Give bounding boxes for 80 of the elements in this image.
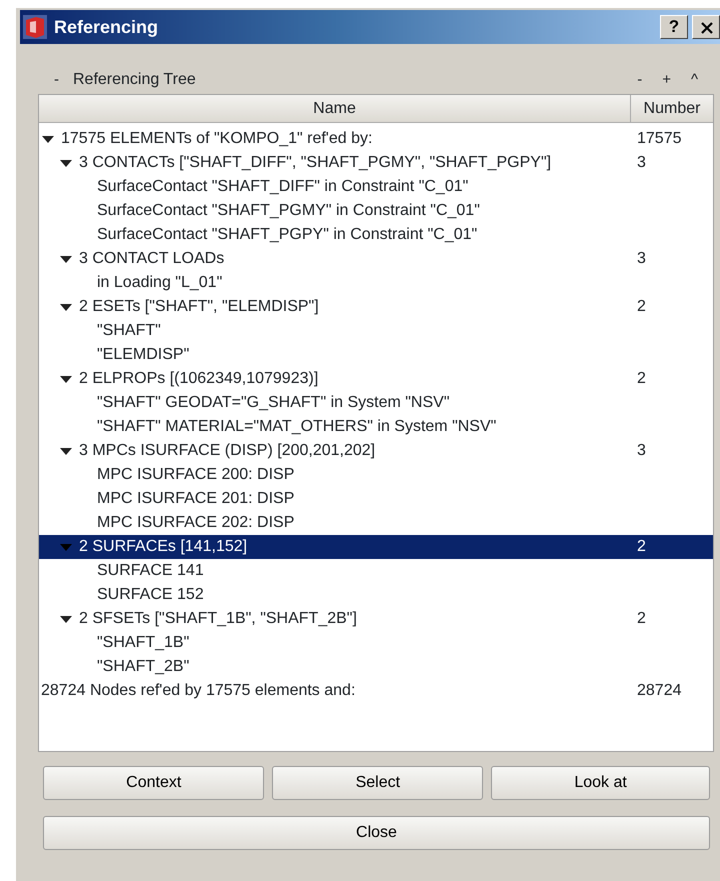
tree-label: "ELEMDISP" — [97, 345, 190, 365]
tree-count: 3 — [637, 442, 646, 459]
tree-row[interactable]: "ELEMDISP" — [39, 343, 713, 367]
tree-control[interactable]: - — [631, 68, 648, 92]
app-icon — [22, 14, 48, 40]
tree-row[interactable]: "SHAFT_1B" — [39, 631, 713, 655]
collapse-arrow-icon[interactable] — [59, 254, 73, 264]
collapse-arrow-icon[interactable] — [41, 134, 55, 144]
collapse-arrow-icon[interactable] — [59, 614, 73, 624]
tree-row[interactable]: SurfaceContact "SHAFT_PGPY" in Constraint "C_01" — [39, 223, 713, 247]
tree-row[interactable]: 28724 Nodes ref'ed by 17575 elements and: 28724 — [39, 679, 713, 703]
tree-label: 2 ESETs ["SHAFT", "ELEMDISP"] — [79, 297, 319, 317]
tree-label: 3 CONTACTs ["SHAFT_DIFF", "SHAFT_PGMY", "SHAFT_PGPY"] — [79, 153, 552, 173]
collapse-arrow-icon[interactable] — [59, 446, 73, 456]
tree-control[interactable]: ^ — [684, 68, 704, 92]
collapse-arrow-icon[interactable] — [59, 158, 73, 168]
tree-label: MPC ISURFACE 202: DISP — [97, 513, 294, 533]
tree-count: 2 — [637, 298, 646, 315]
tree-row[interactable]: MPC ISURFACE 201: DISP — [39, 487, 713, 511]
tree-label: SURFACE 152 — [97, 585, 204, 605]
tree-label: MPC ISURFACE 200: DISP — [97, 465, 294, 485]
tree-label: "SHAFT" — [97, 321, 161, 341]
tree-row[interactable]: MPC ISURFACE 200: DISP — [39, 463, 713, 487]
tree-label: 28724 Nodes ref'ed by 17575 elements and: — [41, 681, 356, 701]
tree-count: 2 — [637, 370, 646, 387]
tree-label: SurfaceContact "SHAFT_PGPY" in Constraint "C_01" — [97, 225, 478, 245]
tree-row[interactable]: "SHAFT" — [39, 319, 713, 343]
tree-count: 28724 — [637, 682, 682, 699]
tree-count: 3 — [637, 154, 646, 171]
tree-label: "SHAFT_1B" — [97, 633, 190, 653]
tree-row[interactable]: 17575 ELEMENTs of "KOMPO_1" ref'ed by: 17575 — [39, 127, 713, 151]
tree-label: 17575 ELEMENTs of "KOMPO_1" ref'ed by: — [61, 129, 372, 149]
tree-row[interactable]: SurfaceContact "SHAFT_DIFF" in Constraint "C_01" — [39, 175, 713, 199]
tree-row[interactable]: 2 ELPROPs [(1062349,1079923)] 2 — [39, 367, 713, 391]
column-header[interactable]: Number — [631, 95, 713, 122]
tree-row[interactable]: SURFACE 141 — [39, 559, 713, 583]
tree-label: "SHAFT" MATERIAL="MAT_OTHERS" in System "NSV" — [97, 417, 496, 437]
tree-label: "SHAFT_2B" — [97, 657, 190, 677]
tree-label: 2 SURFACEs [141,152] — [79, 537, 248, 557]
tree-row[interactable]: "SHAFT_2B" — [39, 655, 713, 679]
tree-count: 2 — [637, 538, 646, 555]
tree-count: 17575 — [637, 130, 682, 147]
close-button[interactable]: Close — [43, 816, 710, 850]
tree-label: 3 MPCs ISURFACE (DISP) [200,201,202] — [79, 441, 376, 461]
tree-row[interactable]: 3 MPCs ISURFACE (DISP) [200,201,202] 3 — [39, 439, 713, 463]
column-header[interactable]: Name — [39, 95, 631, 122]
collapse-arrow-icon[interactable] — [59, 302, 73, 312]
tree-count: 2 — [637, 610, 646, 627]
tree-row[interactable]: "SHAFT" MATERIAL="MAT_OTHERS" in System "NSV" — [39, 415, 713, 439]
tree-row[interactable]: SurfaceContact "SHAFT_PGMY" in Constraint "C_01" — [39, 199, 713, 223]
tree-row[interactable]: 2 SFSETs ["SHAFT_1B", "SHAFT_2B"] 2 — [39, 607, 713, 631]
action-button[interactable]: Select — [272, 766, 484, 800]
window-title: Referencing — [54, 16, 158, 39]
tree-row[interactable]: 2 ESETs ["SHAFT", "ELEMDISP"] 2 — [39, 295, 713, 319]
collapse-control[interactable]: - — [48, 68, 65, 92]
tree-row[interactable]: 3 CONTACTs ["SHAFT_DIFF", "SHAFT_PGMY", "SHAFT_PGPY"] 3 — [39, 151, 713, 175]
tree-label: 2 ELPROPs [(1062349,1079923)] — [79, 369, 318, 389]
tree-label: SURFACE 141 — [97, 561, 204, 581]
panel-title: Referencing Tree — [73, 70, 196, 90]
tree-label: "SHAFT" GEODAT="G_SHAFT" in System "NSV" — [97, 393, 450, 413]
tree-row[interactable]: in Loading "L_01" — [39, 271, 713, 295]
tree-label: SurfaceContact "SHAFT_PGMY" in Constraint "C_01" — [97, 201, 480, 221]
close-icon — [701, 22, 715, 34]
tree-row[interactable]: 3 CONTACT LOADs 3 — [39, 247, 713, 271]
tree-row[interactable]: MPC ISURFACE 202: DISP — [39, 511, 713, 535]
tree-row[interactable]: 2 SURFACEs [141,152] 2 — [39, 535, 713, 559]
window-close-button[interactable] — [692, 15, 720, 39]
tree-control[interactable]: + — [656, 68, 677, 92]
action-button[interactable]: Look at — [491, 766, 710, 800]
tree-label: MPC ISURFACE 201: DISP — [97, 489, 294, 509]
tree-label: SurfaceContact "SHAFT_DIFF" in Constraint "C_01" — [97, 177, 468, 197]
tree-label: 3 CONTACT LOADs — [79, 249, 224, 269]
help-button[interactable]: ? — [660, 15, 688, 39]
collapse-arrow-icon[interactable] — [59, 374, 73, 384]
action-button[interactable]: Context — [43, 766, 264, 800]
tree-label: in Loading "L_01" — [97, 273, 222, 293]
tree-count: 3 — [637, 250, 646, 267]
tree-label: 2 SFSETs ["SHAFT_1B", "SHAFT_2B"] — [79, 609, 357, 629]
tree-row[interactable]: "SHAFT" GEODAT="G_SHAFT" in System "NSV" — [39, 391, 713, 415]
tree-row[interactable]: SURFACE 152 — [39, 583, 713, 607]
